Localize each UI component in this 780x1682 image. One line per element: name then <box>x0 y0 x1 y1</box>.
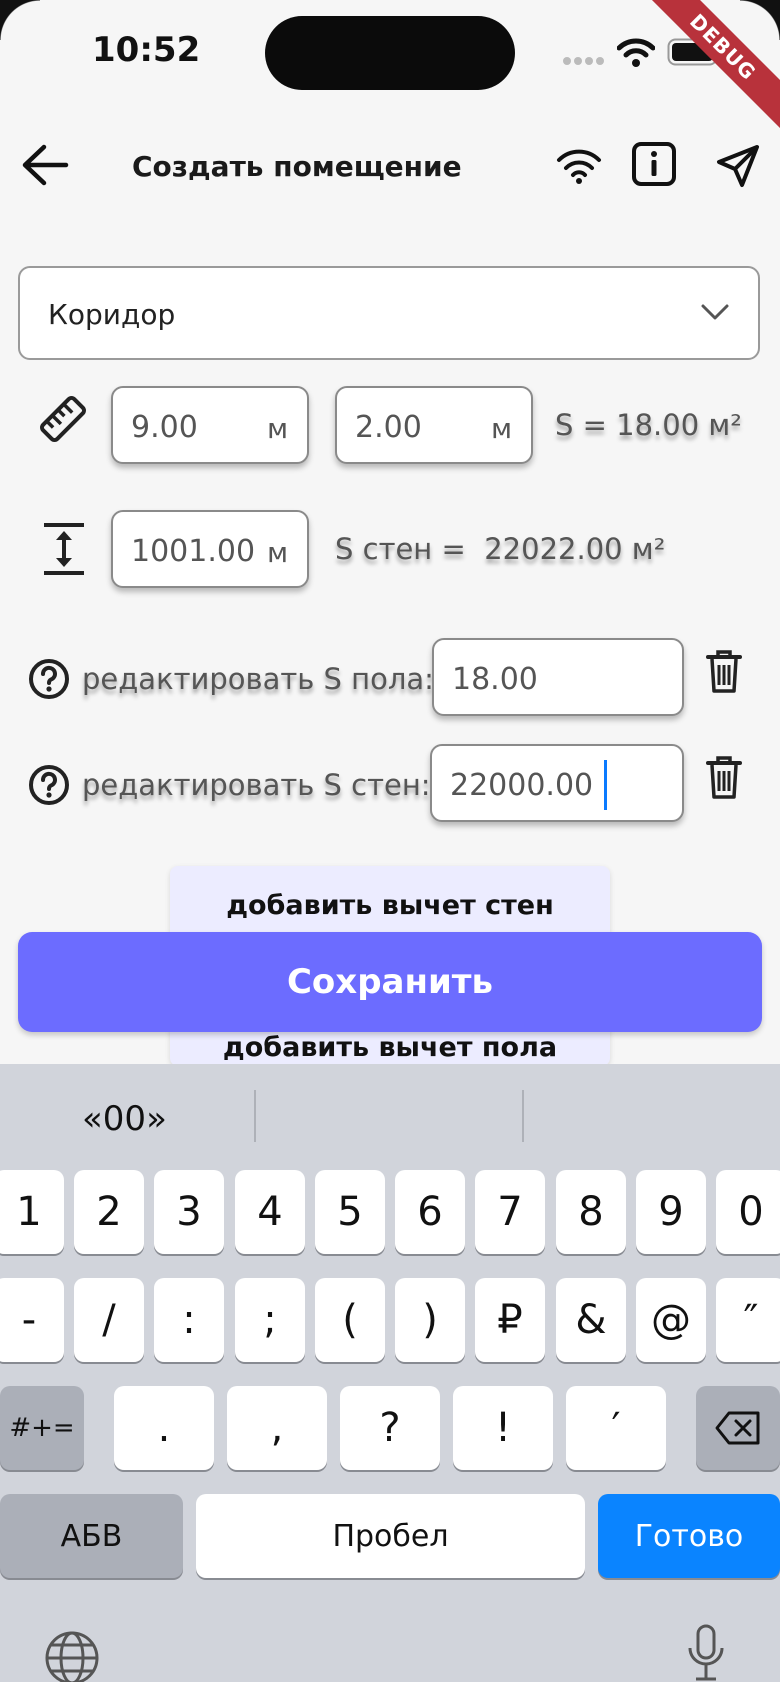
edit-floor-label: редактировать S пола: <box>82 662 434 696</box>
add-walls-deduction-button[interactable]: добавить вычет стен <box>170 890 610 921</box>
page-title: Создать помещение <box>132 150 462 183</box>
edit-walls-input[interactable]: 22000.00 <box>430 744 684 822</box>
key[interactable]: / <box>74 1278 144 1362</box>
delete-walls-icon[interactable] <box>706 756 742 800</box>
length-input[interactable]: 9.00 м <box>111 386 309 464</box>
length-value: 9.00 <box>131 410 198 445</box>
suggestion-divider <box>522 1090 524 1142</box>
wifi-status-icon <box>617 38 655 67</box>
abc-key[interactable]: АБВ <box>0 1494 183 1578</box>
key[interactable]: . <box>114 1386 214 1470</box>
device-corner-left <box>0 0 40 40</box>
keyboard: «00» 1234567890 - /:;() ₽ & @ ″ .,?! ′ #+= АБВ… <box>0 1064 780 1682</box>
suggestion-divider <box>254 1090 256 1142</box>
edit-floor-input[interactable]: 18.00 <box>432 638 684 716</box>
key[interactable]: 6 <box>395 1170 465 1254</box>
status-time: 10:52 <box>92 30 201 70</box>
wifi-icon[interactable] <box>556 148 602 184</box>
width-value: 2.00 <box>355 410 422 445</box>
key[interactable]: 7 <box>475 1170 545 1254</box>
key[interactable]: 9 <box>636 1170 706 1254</box>
width-input[interactable]: 2.00 м <box>335 386 533 464</box>
key[interactable]: ( <box>315 1278 385 1362</box>
device-corner-right <box>740 0 780 40</box>
back-arrow-icon[interactable] <box>20 142 70 188</box>
width-unit: м <box>491 412 513 445</box>
length-unit: м <box>267 412 289 445</box>
key[interactable]: ″ <box>716 1278 780 1362</box>
globe-icon[interactable] <box>44 1630 100 1682</box>
key[interactable]: 2 <box>74 1170 144 1254</box>
save-button[interactable]: Сохранить <box>18 932 762 1032</box>
add-floor-deduction-button[interactable]: добавить вычет пола <box>170 1032 610 1063</box>
info-icon[interactable] <box>632 142 676 186</box>
key[interactable]: - <box>0 1278 64 1362</box>
backspace-icon <box>715 1411 760 1445</box>
key[interactable]: ) <box>395 1278 465 1362</box>
delete-floor-icon[interactable] <box>706 650 742 694</box>
done-key[interactable]: Готово <box>598 1494 780 1578</box>
keyboard-suggestion[interactable]: «00» <box>82 1099 167 1139</box>
key[interactable]: 0 <box>716 1170 780 1254</box>
key[interactable]: ? <box>340 1386 440 1470</box>
signal-dots-icon <box>563 57 604 65</box>
backspace-key[interactable] <box>696 1386 780 1470</box>
space-key[interactable]: Пробел <box>196 1494 585 1578</box>
key[interactable]: ; <box>235 1278 305 1362</box>
chevron-down-icon <box>701 304 729 320</box>
floor-area-text: S = 18.00 м² <box>555 408 742 442</box>
dynamic-island <box>265 16 515 90</box>
text-cursor <box>604 760 607 810</box>
help-walls-icon[interactable] <box>28 764 70 806</box>
key[interactable]: ₽ <box>475 1278 545 1362</box>
key[interactable]: 1 <box>0 1170 64 1254</box>
key[interactable]: , <box>227 1386 327 1470</box>
room-type-value: Коридор <box>48 298 176 331</box>
key[interactable]: 8 <box>556 1170 626 1254</box>
key[interactable]: 4 <box>235 1170 305 1254</box>
height-value: 1001.00 <box>131 534 256 569</box>
microphone-icon[interactable] <box>686 1624 726 1682</box>
height-input[interactable]: 1001.00 м <box>111 510 309 588</box>
height-unit: м <box>267 536 289 569</box>
edit-walls-value: 22000.00 <box>450 768 594 803</box>
key[interactable]: @ <box>636 1278 706 1362</box>
key[interactable]: ′ <box>566 1386 666 1470</box>
help-floor-icon[interactable] <box>28 658 70 700</box>
room-type-dropdown[interactable]: Коридор <box>18 266 760 360</box>
key[interactable]: : <box>154 1278 224 1362</box>
key[interactable]: ! <box>453 1386 553 1470</box>
ruler-icon <box>40 396 86 442</box>
edit-floor-value: 18.00 <box>452 662 538 697</box>
key[interactable]: 3 <box>154 1170 224 1254</box>
height-icon <box>44 523 84 575</box>
edit-walls-label: редактировать S стен: <box>82 768 431 802</box>
send-icon[interactable] <box>716 144 760 188</box>
key[interactable]: & <box>556 1278 626 1362</box>
symbols-key[interactable]: #+= <box>0 1386 84 1470</box>
walls-area-text: S стен = 22022.00 м² <box>335 532 666 566</box>
key[interactable]: 5 <box>315 1170 385 1254</box>
